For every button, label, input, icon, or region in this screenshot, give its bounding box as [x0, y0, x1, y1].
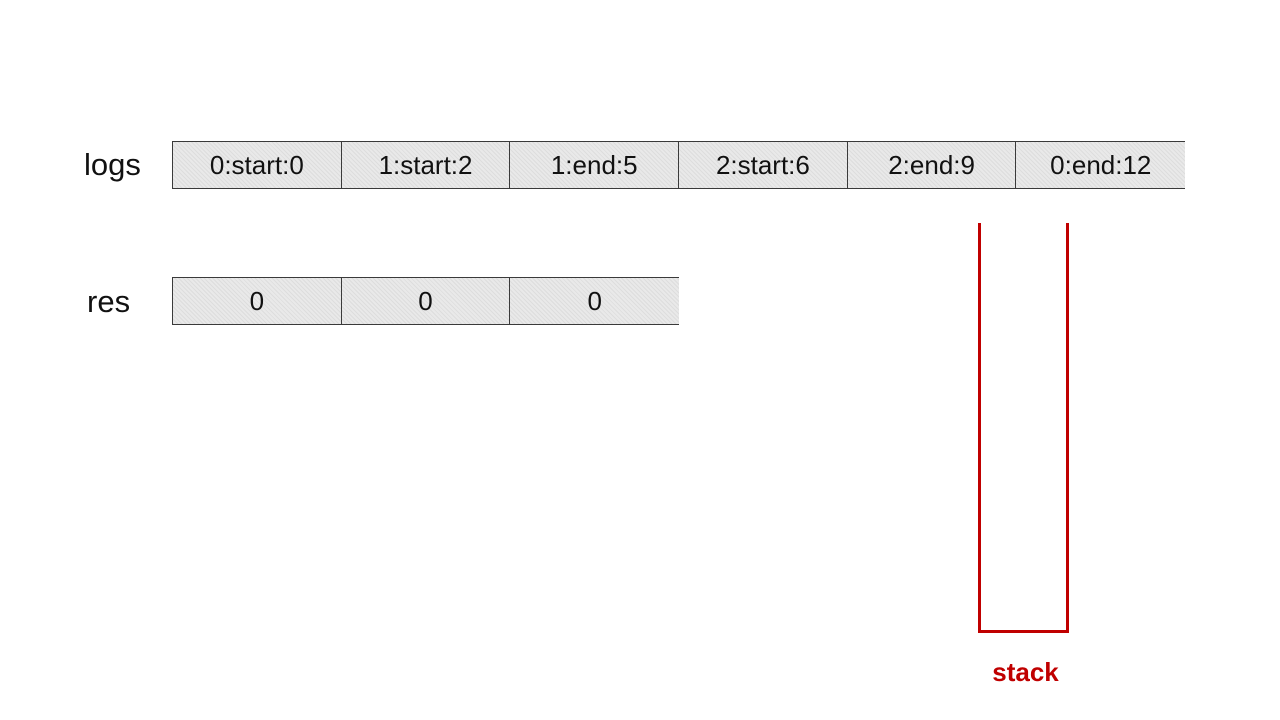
logs-cell: 1:start:2	[341, 142, 511, 188]
stack-container	[978, 223, 1069, 633]
logs-cell: 0:start:0	[173, 142, 342, 188]
logs-cell: 1:end:5	[510, 142, 680, 188]
stack-label: stack	[992, 657, 1059, 687]
res-label: res	[87, 284, 131, 319]
logs-cell: 2:start:6	[679, 142, 848, 188]
res-cell: 0	[173, 278, 342, 324]
res-cell: 0	[341, 278, 511, 324]
res-cell: 0	[510, 278, 680, 324]
logs-label: logs	[84, 147, 141, 182]
logs-array: 0:start:0 1:start:2 1:end:5 2:start:6 2:…	[172, 141, 1186, 189]
res-array: 0 0 0	[172, 277, 680, 325]
logs-cell: 0:end:12	[1016, 142, 1186, 188]
logs-cell: 2:end:9	[847, 142, 1017, 188]
